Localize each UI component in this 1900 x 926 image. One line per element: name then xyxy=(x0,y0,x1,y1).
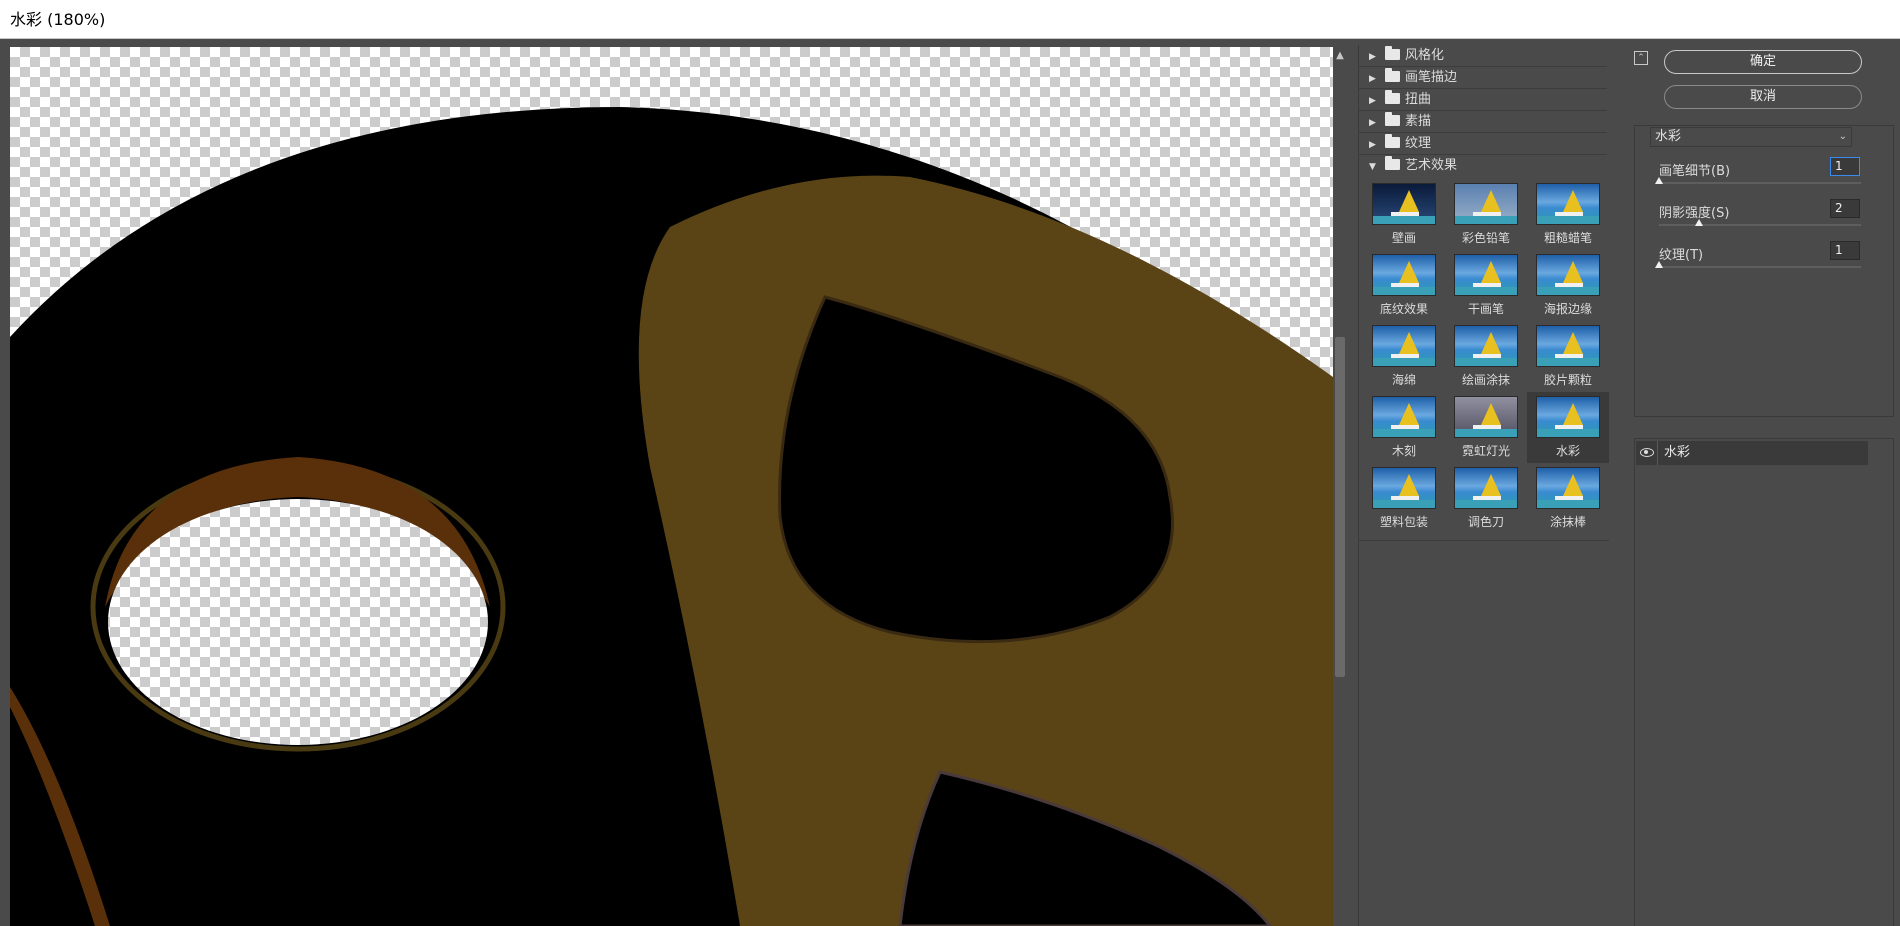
texture-slider-handle[interactable] xyxy=(1655,261,1663,268)
category-brush-strokes[interactable]: ▶ 画笔描边 xyxy=(1359,67,1607,89)
filter-thumbnail-grid: 壁画 彩色铅笔 粗糙蜡笔 底纹效果 干画笔 海报边缘 海绵 绘画涂抹 胶片颗粒 … xyxy=(1359,177,1609,541)
filter-preview-image xyxy=(1536,325,1600,367)
folder-icon xyxy=(1385,68,1400,82)
settings-panel: ⌃ 确定 取消 水彩 ⌄ 画笔细节(B) 1 阴影强度(S) 2 纹理(T) 1… xyxy=(1626,45,1900,926)
effect-layers-box xyxy=(1634,438,1894,926)
filter-thumb-film-grain[interactable]: 胶片颗粒 xyxy=(1527,321,1609,392)
effect-layer-row[interactable]: 水彩 xyxy=(1636,441,1868,465)
collapse-arrow-icon: ▼ xyxy=(1369,162,1376,172)
category-stylize[interactable]: ▶ 风格化 xyxy=(1359,45,1607,67)
filter-preview-image xyxy=(1454,467,1518,509)
layer-row-divider xyxy=(1657,441,1658,465)
filter-preview-image xyxy=(1536,254,1600,296)
filter-gallery: ▶ 风格化 ▶ 画笔描边 ▶ 扭曲 ▶ 素描 ▶ 纹理 ▼ 艺术效果 壁画 彩色铅笔 粗糙蜡… xyxy=(1358,45,1622,926)
filter-preview-image xyxy=(1372,183,1436,225)
filter-preview-image xyxy=(1454,254,1518,296)
filter-select[interactable]: 水彩 ⌄ xyxy=(1650,127,1852,147)
category-artistic[interactable]: ▼ 艺术效果 xyxy=(1359,155,1607,177)
folder-icon xyxy=(1385,156,1400,170)
filter-thumb-underpainting[interactable]: 底纹效果 xyxy=(1363,250,1445,321)
expand-arrow-icon: ▶ xyxy=(1369,96,1376,106)
filter-thumb-paint-daubs[interactable]: 绘画涂抹 xyxy=(1445,321,1527,392)
filter-thumb-palette-knife[interactable]: 调色刀 xyxy=(1445,463,1527,534)
folder-icon xyxy=(1385,112,1400,126)
filter-thumb-sponge[interactable]: 海绵 xyxy=(1363,321,1445,392)
shadow-intensity-input[interactable]: 2 xyxy=(1830,199,1860,218)
scroll-thumb[interactable] xyxy=(1335,337,1345,677)
shadow-intensity-slider[interactable] xyxy=(1659,224,1861,226)
param-brush-detail: 画笔细节(B) 1 xyxy=(1655,157,1875,200)
filter-thumb-watercolor[interactable]: 水彩 xyxy=(1527,392,1609,463)
collapse-gallery-icon[interactable]: ⌃ xyxy=(1634,51,1648,65)
filter-preview-image xyxy=(1372,396,1436,438)
folder-icon xyxy=(1385,134,1400,148)
brush-detail-slider[interactable] xyxy=(1659,182,1861,184)
brush-detail-input[interactable]: 1 xyxy=(1830,157,1860,176)
filter-thumb-cutout[interactable]: 木刻 xyxy=(1363,392,1445,463)
filter-thumb-colored-pencil[interactable]: 彩色铅笔 xyxy=(1445,179,1527,250)
expand-arrow-icon: ▶ xyxy=(1369,74,1376,84)
preview-artwork xyxy=(10,107,1333,926)
window-title: 水彩 (180%) xyxy=(0,0,1900,39)
filter-preview-image xyxy=(1536,467,1600,509)
folder-icon xyxy=(1385,90,1400,104)
expand-arrow-icon: ▶ xyxy=(1369,140,1376,150)
filter-thumb-poster-edges[interactable]: 海报边缘 xyxy=(1527,250,1609,321)
param-texture: 纹理(T) 1 xyxy=(1655,241,1875,284)
param-shadow-intensity: 阴影强度(S) 2 xyxy=(1659,199,1875,242)
artwork-left-hole xyxy=(108,499,488,745)
cancel-button[interactable]: 取消 xyxy=(1664,85,1862,109)
filter-thumb-neon-glow[interactable]: 霓虹灯光 xyxy=(1445,392,1527,463)
filter-thumb-smudge-stick[interactable]: 涂抹棒 xyxy=(1527,463,1609,534)
shadow-intensity-slider-handle[interactable] xyxy=(1695,219,1703,226)
filter-preview-image xyxy=(1454,183,1518,225)
texture-input[interactable]: 1 xyxy=(1830,241,1860,260)
filter-preview-image xyxy=(1536,183,1600,225)
filter-thumb-plastic-wrap[interactable]: 塑料包装 xyxy=(1363,463,1445,534)
scroll-up-arrow-icon[interactable]: ▲ xyxy=(1334,49,1346,63)
filter-preview-image xyxy=(1536,396,1600,438)
preview-scrollbar[interactable]: ▲ xyxy=(1333,47,1347,926)
eye-icon[interactable] xyxy=(1640,448,1654,457)
filter-preview-image xyxy=(1372,325,1436,367)
texture-slider[interactable] xyxy=(1659,266,1861,268)
filter-preview-image xyxy=(1372,254,1436,296)
chevron-down-icon: ⌄ xyxy=(1838,131,1847,142)
expand-arrow-icon: ▶ xyxy=(1369,118,1376,128)
filter-thumb-dry-brush[interactable]: 干画笔 xyxy=(1445,250,1527,321)
folder-icon xyxy=(1385,46,1400,60)
preview-canvas[interactable] xyxy=(10,47,1333,926)
brush-detail-slider-handle[interactable] xyxy=(1655,177,1663,184)
category-texture[interactable]: ▶ 纹理 xyxy=(1359,133,1607,155)
filter-preview-image xyxy=(1372,467,1436,509)
ok-button[interactable]: 确定 xyxy=(1664,50,1862,74)
filter-preview-image xyxy=(1454,325,1518,367)
filter-thumb-rough-pastels[interactable]: 粗糙蜡笔 xyxy=(1527,179,1609,250)
filter-thumb-fresco[interactable]: 壁画 xyxy=(1363,179,1445,250)
category-distort[interactable]: ▶ 扭曲 xyxy=(1359,89,1607,111)
filter-preview-image xyxy=(1454,396,1518,438)
category-sketch[interactable]: ▶ 素描 xyxy=(1359,111,1607,133)
expand-arrow-icon: ▶ xyxy=(1369,52,1376,62)
